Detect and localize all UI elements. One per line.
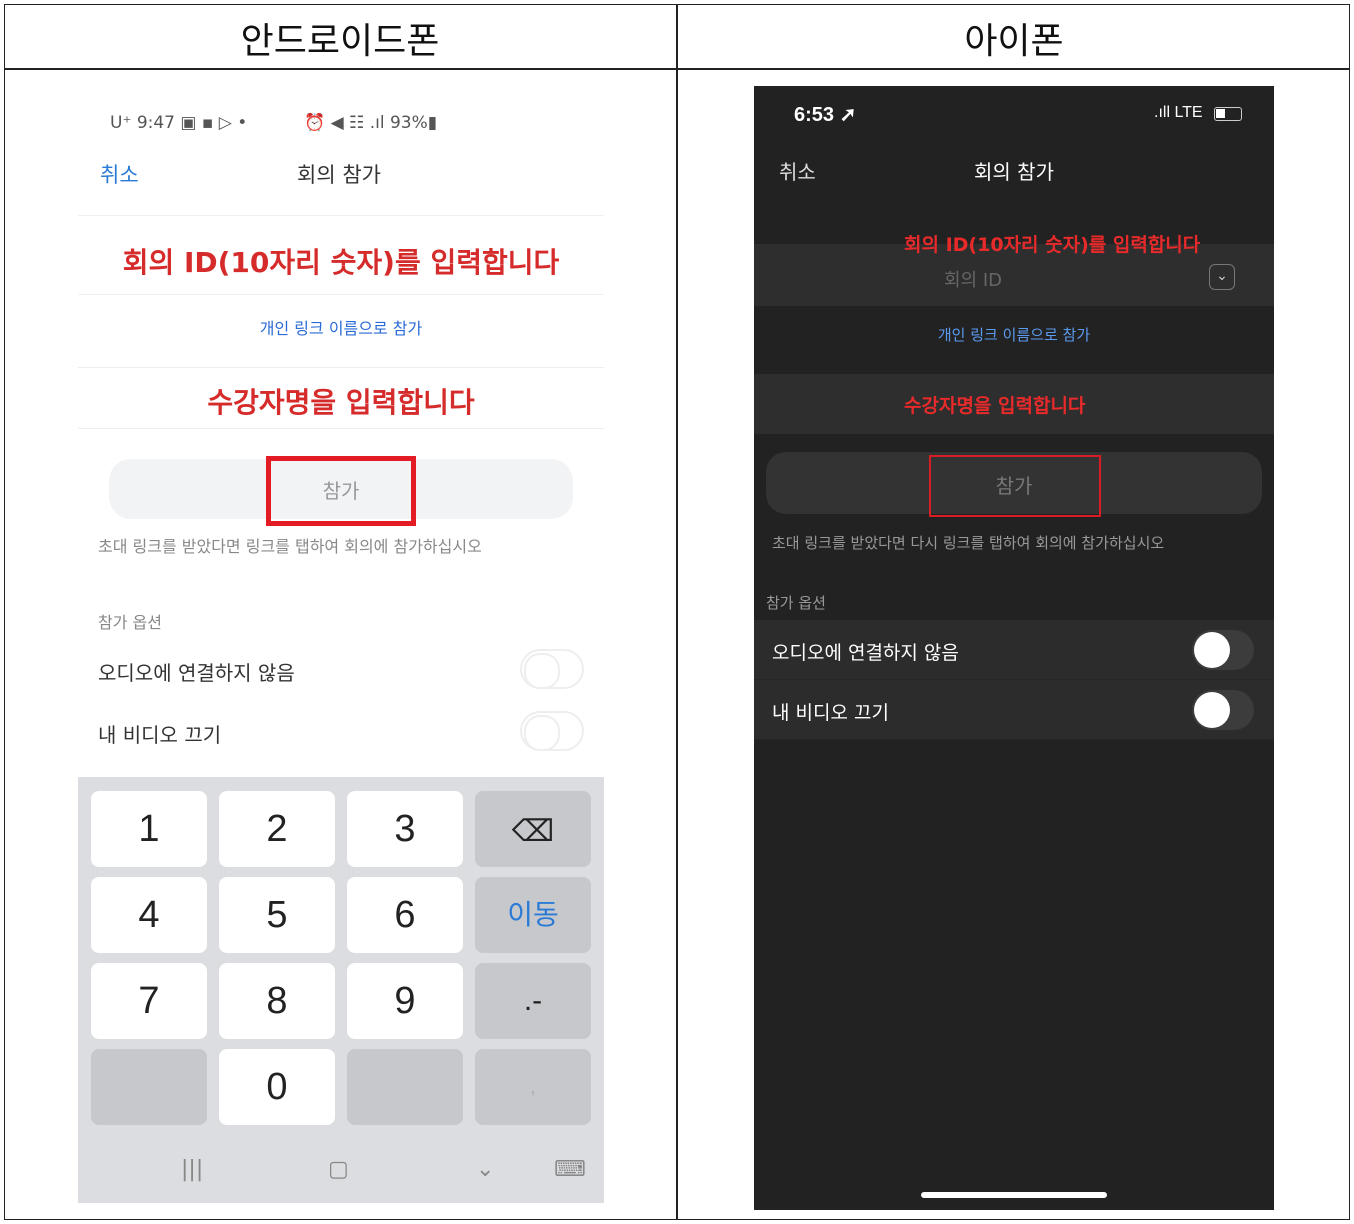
option-audio-row: 오디오에 연결하지 않음 (754, 620, 1274, 680)
status-right: ⏰ ◀ ☷ .ıl 93%▮ (304, 113, 438, 133)
header-iphone: 아이폰 (964, 21, 1064, 62)
name-instruction: 수강자명을 입력합니다 (904, 395, 1086, 417)
header-divider (4, 68, 1350, 70)
meeting-id-instruction: 회의 ID(10자리 숫자)를 입력합니다 (904, 234, 1201, 256)
backspace-key[interactable]: ⌫ (475, 791, 591, 867)
option-video-row: 내 비디오 끄기 (754, 680, 1274, 740)
join-highlight-box (929, 455, 1101, 517)
audio-toggle[interactable] (1192, 630, 1254, 670)
battery-icon (1214, 107, 1242, 121)
video-toggle[interactable] (1192, 690, 1254, 730)
meeting-id-instruction: 회의 ID(10자리 숫자)를 입력합니다 (122, 246, 560, 279)
signal-lte-indicator: .ıll LTE (1154, 104, 1203, 121)
key-6[interactable]: 6 (347, 877, 463, 953)
keyboard-icon[interactable]: ⌨ (554, 1157, 586, 1182)
status-left: U⁺ 9:47 ▣ ▪ ▷ • (110, 113, 248, 133)
iphone-screen: 6:53 ➚ .ıll LTE 취소 회의 참가 회의 ID(10자리 숫자)를… (754, 86, 1274, 1210)
key-9[interactable]: 9 (347, 963, 463, 1039)
status-time: 6:53 ➚ (794, 104, 857, 126)
key-0[interactable]: 0 (219, 1049, 335, 1125)
key-7[interactable]: 7 (91, 963, 207, 1039)
dot-dash-key[interactable]: .- (475, 963, 591, 1039)
page-title-text: 회의 참가 (297, 163, 381, 187)
key-1[interactable]: 1 (91, 791, 207, 867)
key-4[interactable]: 4 (91, 877, 207, 953)
blank-key-left (91, 1049, 207, 1125)
android-status-bar: U⁺ 9:47 ▣ ▪ ▷ • ⏰ ◀ ☷ .ıl 93%▮ (110, 113, 437, 133)
option-audio-label: 오디오에 연결하지 않음 (98, 661, 295, 685)
meeting-id-placeholder: 회의 ID (944, 270, 1003, 291)
go-key[interactable]: 이동 (475, 877, 591, 953)
key-2[interactable]: 2 (219, 791, 335, 867)
column-divider (676, 4, 678, 1220)
key-3[interactable]: 3 (347, 791, 463, 867)
comma-key[interactable]: , (475, 1049, 591, 1125)
page-title: 회의 참가 (974, 160, 1054, 184)
key-5[interactable]: 5 (219, 877, 335, 953)
join-highlight-box (266, 456, 416, 526)
name-instruction: 수강자명을 입력합니다 (207, 386, 475, 419)
back-chevron-icon[interactable]: ⌄ (476, 1157, 494, 1182)
personal-link-join-link[interactable]: 개인 링크 이름으로 참가 (754, 324, 1274, 345)
options-header: 참가 옵션 (98, 613, 162, 632)
recent-apps-icon[interactable]: ||| (181, 1157, 203, 1182)
options-header: 참가 옵션 (766, 594, 826, 612)
option-video-label: 내 비디오 끄기 (772, 702, 889, 724)
audio-toggle[interactable] (520, 649, 584, 689)
home-indicator[interactable] (921, 1192, 1107, 1198)
numeric-keypad: 1 2 3 ⌫ 4 5 6 이동 7 8 9 .- 0 , (78, 777, 604, 1203)
chevron-down-icon[interactable]: ⌄ (1209, 264, 1235, 290)
invite-hint: 초대 링크를 받았다면 링크를 탭하여 회의에 참가하십시오 (98, 537, 482, 556)
video-toggle[interactable] (520, 711, 584, 751)
blank-key-right (347, 1049, 463, 1125)
invite-hint: 초대 링크를 받았다면 다시 링크를 탭하여 회의에 참가하십시오 (772, 534, 1165, 552)
key-8[interactable]: 8 (219, 963, 335, 1039)
backspace-icon: ⌫ (511, 815, 555, 848)
page-title: 회의 참가 (78, 159, 604, 189)
header-android: 안드로이드폰 (240, 21, 440, 62)
android-screen: U⁺ 9:47 ▣ ▪ ▷ • ⏰ ◀ ☷ .ıl 93%▮ 취소 회의 참가 … (78, 95, 604, 1203)
option-video-label: 내 비디오 끄기 (98, 723, 222, 747)
home-icon[interactable]: ▢ (328, 1157, 349, 1182)
android-nav-bar: ||| ▢ ⌄ ⌨ (78, 1147, 604, 1203)
option-audio-label: 오디오에 연결하지 않음 (772, 642, 959, 664)
personal-link-join-link[interactable]: 개인 링크 이름으로 참가 (78, 315, 604, 339)
